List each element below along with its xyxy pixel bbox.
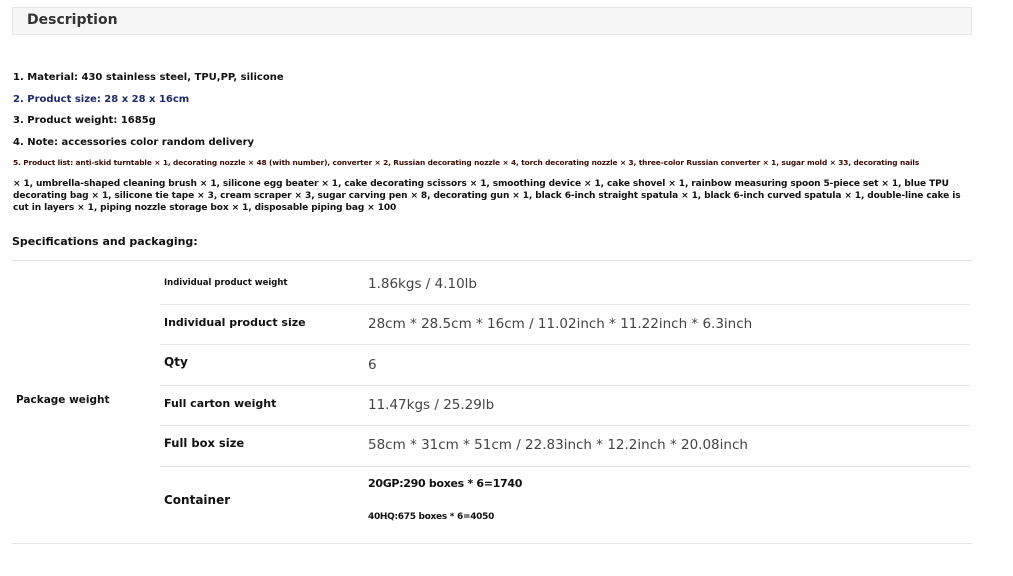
row-divider <box>160 344 970 345</box>
specifications-title: Specifications and packaging: <box>12 235 198 248</box>
container-40hq: 40HQ:675 boxes * 6=4050 <box>368 512 495 522</box>
product-weight-line: 3. Product weight: 1685g <box>13 115 156 126</box>
row-divider <box>160 466 970 467</box>
spec-table-top-divider <box>12 260 972 261</box>
material-line: 1. Material: 430 stainless steel, TPU,PP… <box>13 72 284 83</box>
spec-value-box-size: 58cm * 31cm * 51cm / 22.83inch * 12.2inc… <box>368 437 748 453</box>
row-divider <box>160 304 970 305</box>
spec-label-carton-weight: Full carton weight <box>164 397 277 410</box>
product-list-body: × 1, umbrella-shaped cleaning brush × 1,… <box>13 179 961 213</box>
container-20gp: 20GP:290 boxes * 6=1740 <box>368 477 523 490</box>
spec-label-individual-size: Individual product size <box>164 316 306 329</box>
row-divider <box>160 425 970 426</box>
spec-label-container: Container <box>164 493 231 507</box>
spec-label-box-size: Full box size <box>164 436 245 450</box>
spec-value-individual-weight: 1.86kgs / 4.10lb <box>368 276 477 292</box>
spec-label-individual-weight: Individual product weight <box>164 278 288 288</box>
spec-value-individual-size: 28cm * 28.5cm * 16cm / 11.02inch * 11.22… <box>368 316 753 332</box>
product-size-line: 2. Product size: 28 x 28 x 16cm <box>13 94 190 105</box>
spec-label-qty: Qty <box>164 355 188 369</box>
spec-table-bottom-divider <box>12 543 972 544</box>
product-list-heading: 5. Product list: anti-skid turntable × 1… <box>13 158 920 167</box>
package-weight-group-label: Package weight <box>16 394 110 406</box>
description-header: Description <box>12 7 972 35</box>
spec-value-qty: 6 <box>368 357 377 373</box>
row-divider <box>160 385 970 386</box>
spec-value-carton-weight: 11.47kgs / 25.29lb <box>368 397 495 413</box>
description-title: Description <box>27 12 118 28</box>
note-line: 4. Note: accessories color random delive… <box>13 137 255 148</box>
